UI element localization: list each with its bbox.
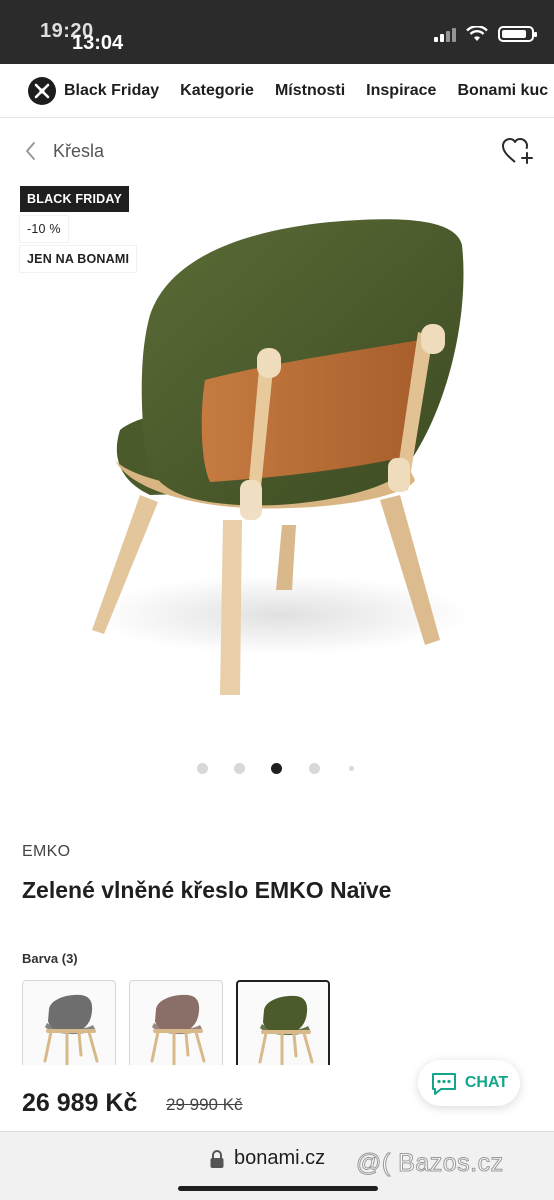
color-options-label: Barva (3) xyxy=(22,951,78,966)
product-title: Zelené vlněné křeslo EMKO Naïve xyxy=(22,877,392,903)
top-nav: Black Friday Kategorie Místnosti Inspira… xyxy=(0,64,554,118)
watermark-text: @( Bazos.cz xyxy=(356,1149,504,1178)
battery-icon xyxy=(498,26,537,42)
add-to-wishlist-heart-icon[interactable] xyxy=(500,135,534,167)
badge-black-friday: BLACK FRIDAY xyxy=(20,186,129,212)
status-icons xyxy=(434,26,537,42)
price-current: 26 989 Kč xyxy=(22,1089,138,1117)
breadcrumb-category-link[interactable]: Křesla xyxy=(53,141,104,162)
price-original: 29 990 Kč xyxy=(166,1095,243,1114)
product-brand[interactable]: EMKO xyxy=(22,843,70,861)
nav-item-black-friday[interactable]: Black Friday xyxy=(64,82,159,100)
badge-discount: -10 % xyxy=(20,216,68,242)
chat-label: CHAT xyxy=(464,1074,509,1091)
gallery-dot[interactable] xyxy=(348,766,354,771)
battery-fill xyxy=(502,30,526,38)
product-badges: BLACK FRIDAY -10 % JEN NA BONAMI xyxy=(20,186,137,276)
nav-item-mistnosti[interactable]: Místnosti xyxy=(275,82,345,100)
nav-item-kategorie[interactable]: Kategorie xyxy=(180,82,254,100)
chair-thumbnail-icon xyxy=(43,994,99,1067)
breadcrumb: Křesla xyxy=(0,118,554,184)
lock-icon xyxy=(210,1150,224,1168)
gallery-dot[interactable] xyxy=(308,763,320,774)
cellular-signal-icon xyxy=(434,26,456,42)
bonami-logo-icon[interactable] xyxy=(28,76,56,105)
status-time: 13:04 xyxy=(72,32,124,54)
chat-bubble-icon xyxy=(431,1073,456,1095)
status-bar: 19:20 13:04 xyxy=(0,0,554,64)
chair-thumbnail-icon xyxy=(258,995,314,1068)
gallery-dot[interactable] xyxy=(233,763,245,774)
home-indicator[interactable] xyxy=(178,1186,378,1191)
logo-glyph-icon xyxy=(34,83,50,98)
color-swatch[interactable] xyxy=(22,980,116,1070)
nav-item-bonami-kuchyne[interactable]: Bonami kuc xyxy=(457,82,548,100)
gallery-dot[interactable] xyxy=(196,763,208,774)
chair-thumbnail-icon xyxy=(150,994,206,1067)
gallery-dot[interactable] xyxy=(270,763,282,774)
nav-item-inspirace[interactable]: Inspirace xyxy=(366,82,436,100)
chevron-left-icon[interactable] xyxy=(24,140,38,162)
color-swatches xyxy=(22,980,334,1070)
gallery-pagination xyxy=(0,763,554,775)
color-swatch[interactable] xyxy=(129,980,223,1070)
wifi-icon xyxy=(466,26,488,41)
badge-exclusive: JEN NA BONAMI xyxy=(20,246,137,272)
color-swatch[interactable] xyxy=(236,980,330,1070)
url-text[interactable]: bonami.cz xyxy=(234,1147,325,1170)
chat-button[interactable]: CHAT xyxy=(418,1060,520,1106)
